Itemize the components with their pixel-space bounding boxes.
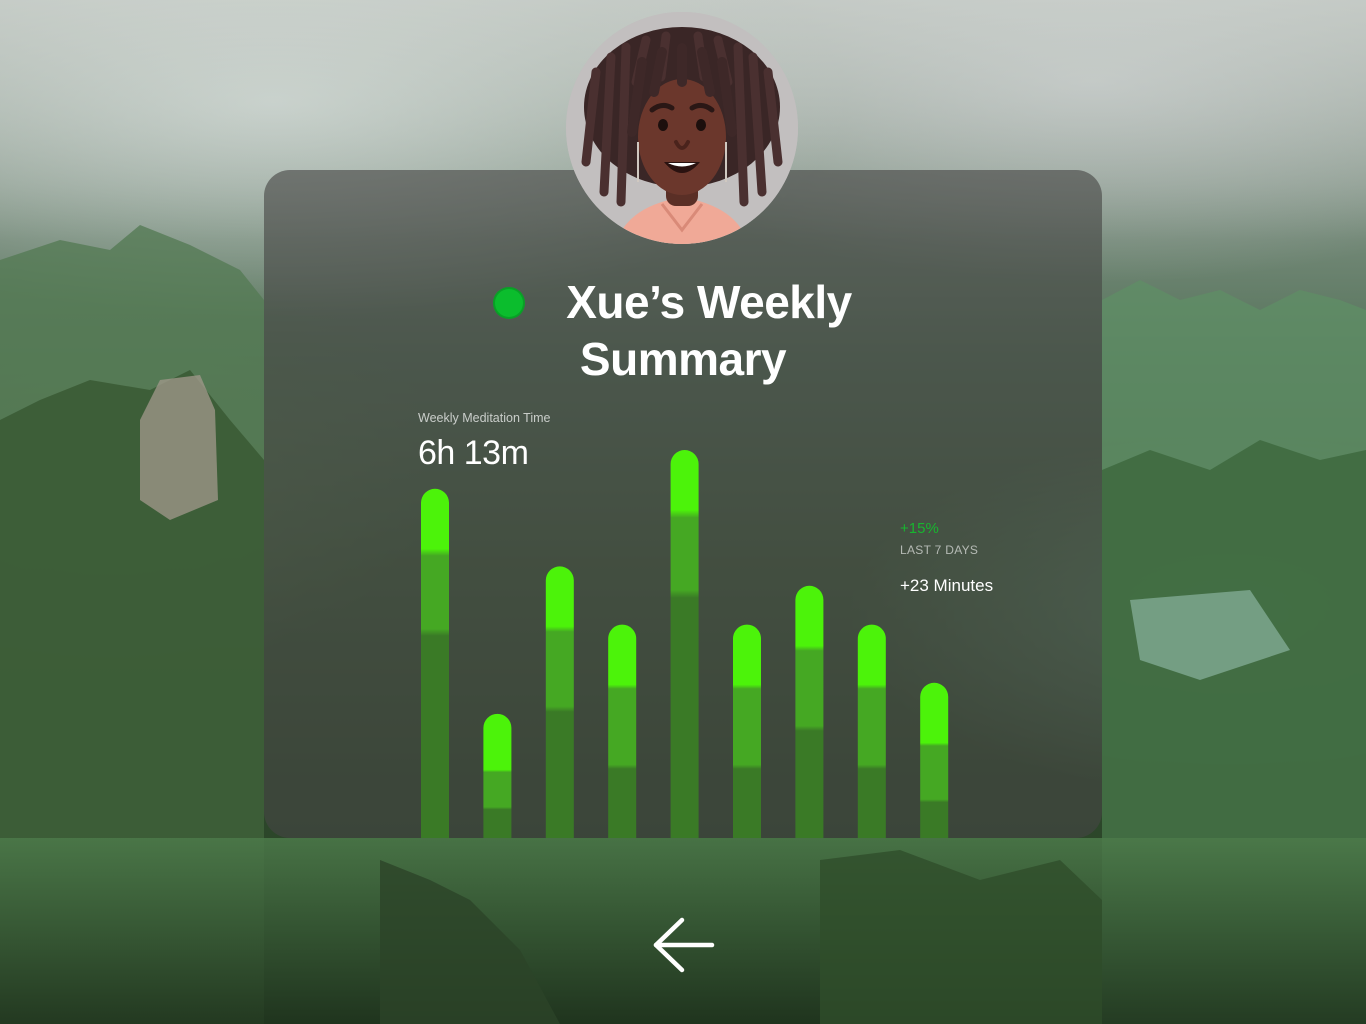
change-period: LAST 7 DAYS	[900, 543, 979, 557]
metric-label: Weekly Meditation Time	[418, 411, 551, 425]
back-button[interactable]	[642, 908, 724, 982]
page-title: Xue’s Weekly Summary	[264, 274, 1102, 388]
weekly-summary-card	[264, 170, 1102, 838]
change-percent: +15%	[900, 520, 939, 537]
metric-value: 6h 13m	[418, 434, 529, 472]
arrow-left-icon	[653, 917, 715, 973]
title-line-1: Xue’s Weekly	[566, 276, 852, 328]
user-avatar[interactable]	[566, 12, 798, 244]
change-minutes: +23 Minutes	[900, 576, 994, 595]
title-line-2: Summary	[579, 333, 787, 385]
avatar-illustration	[566, 12, 798, 244]
